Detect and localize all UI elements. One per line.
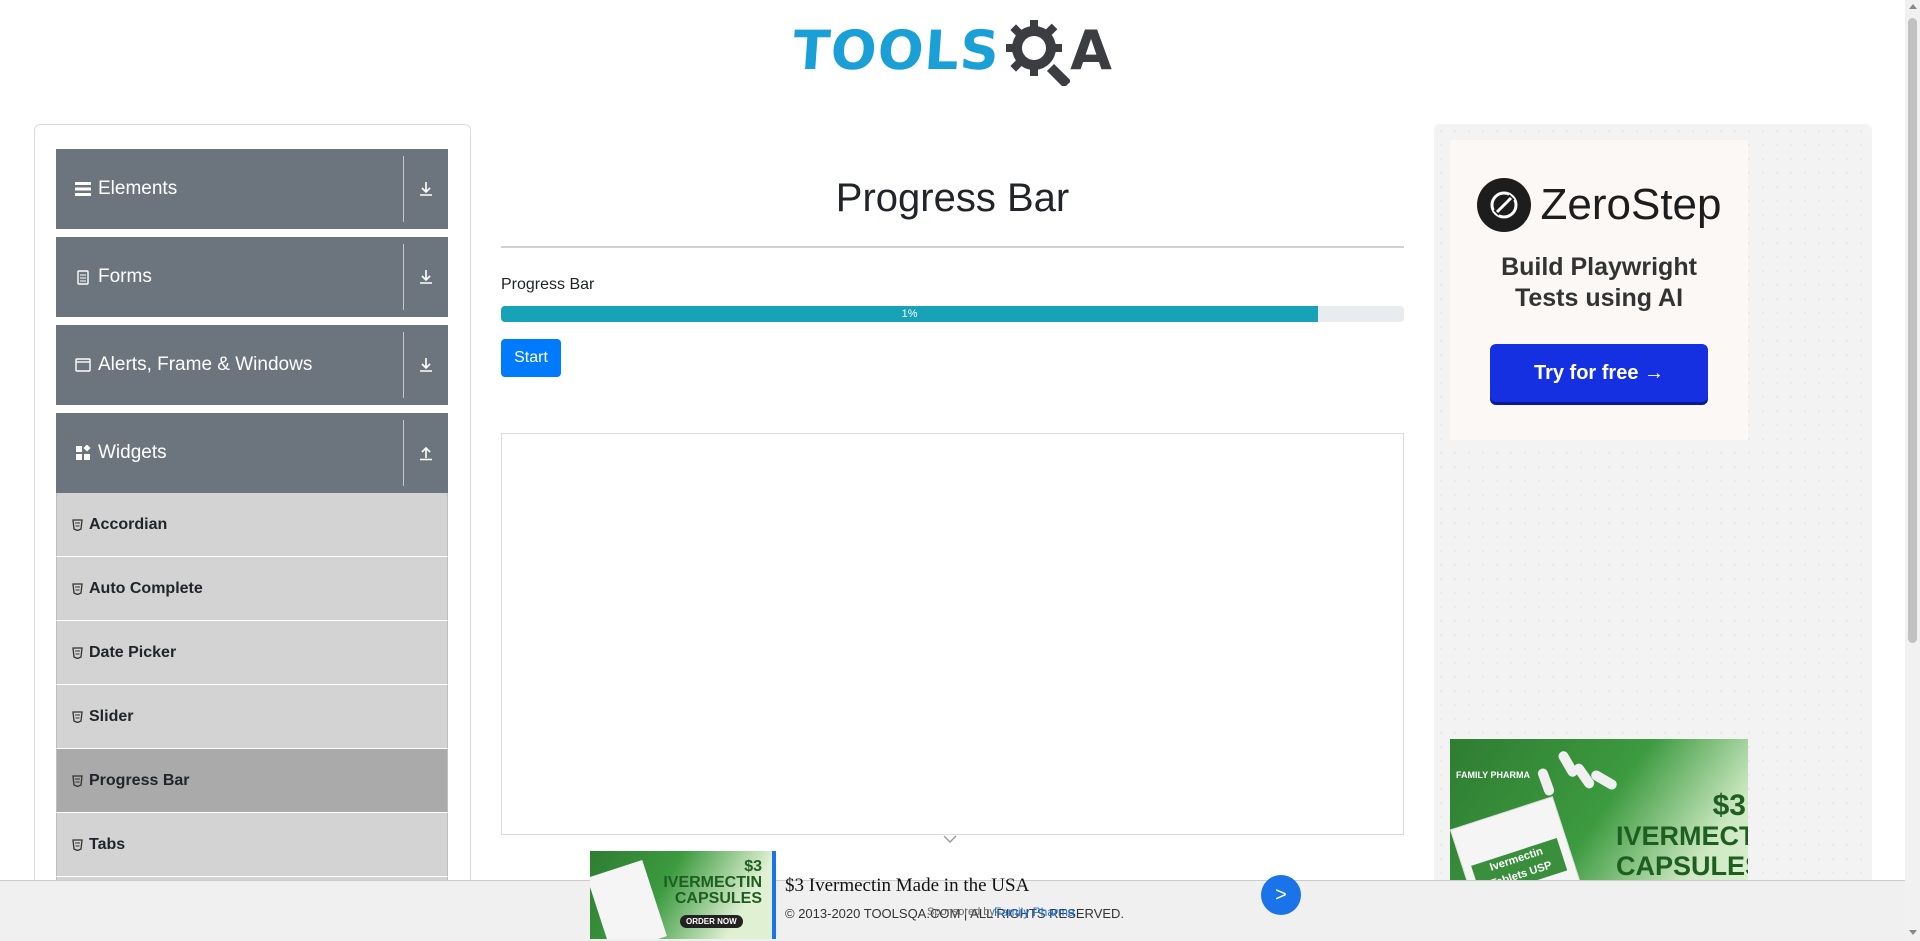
- progress-bar: 1%: [501, 306, 1404, 322]
- toolsqa-logo[interactable]: TOOLS A: [790, 14, 1112, 86]
- bottom-ad-headline[interactable]: $3 Ivermectin Made in the USA: [785, 875, 1029, 897]
- html5-icon: [71, 774, 83, 787]
- bottom-ad-line2: CAPSULES: [674, 890, 762, 907]
- widgets-item-list: Accordian Auto Complete Date Picker Slid…: [56, 493, 448, 941]
- zerostep-tagline: Build Playwright Tests using AI: [1501, 253, 1697, 312]
- bottom-ad-line1: IVERMECTIN: [663, 874, 762, 891]
- chevron-down-icon[interactable]: [942, 833, 958, 845]
- progress-bar-label: Progress Bar: [501, 276, 595, 293]
- sidebar-group-elements[interactable]: Elements: [56, 149, 448, 229]
- medicine-box-image: [590, 859, 667, 939]
- sidebar-group-forms[interactable]: Forms: [56, 237, 448, 317]
- zerostep-logo-icon: [1476, 178, 1531, 232]
- html5-icon: [71, 710, 83, 723]
- right-ad-column: ZeroStep Build Playwright Tests using AI…: [1434, 124, 1872, 941]
- pill-image: [1536, 767, 1556, 797]
- sidebar-item-label: Progress Bar: [89, 771, 190, 789]
- sidebar-item-tabs[interactable]: Tabs: [56, 813, 448, 877]
- bottom-ad-price: $3 IVERMECTIN CAPSULES: [663, 859, 762, 907]
- html5-icon: [71, 646, 83, 659]
- ivermectin-price: $3: [1712, 789, 1746, 822]
- hamburger-icon: [74, 180, 92, 198]
- sponsored-label: Sponsored by: [927, 906, 995, 918]
- widgets-icon: [74, 444, 92, 462]
- sidebar-group-alerts[interactable]: Alerts, Frame & Windows: [56, 325, 448, 405]
- html5-icon: [71, 582, 83, 595]
- bottom-ad-go-button[interactable]: >: [1261, 875, 1301, 915]
- form-icon: [74, 268, 92, 286]
- ivermectin-word: IVERMECTIN: [1616, 821, 1748, 851]
- sidebar-item-label: Tabs: [89, 835, 126, 853]
- sidebar-group-widgets[interactable]: Widgets: [56, 413, 448, 493]
- logo-a-text: A: [1070, 18, 1112, 82]
- zerostep-brand: ZeroStep: [1476, 178, 1722, 232]
- gear-magnifier-icon: [1006, 20, 1071, 86]
- download-icon[interactable]: [404, 237, 448, 317]
- zerostep-ad[interactable]: ZeroStep Build Playwright Tests using AI…: [1450, 140, 1748, 440]
- download-icon[interactable]: [404, 149, 448, 229]
- scroll-up-arrow-icon[interactable]: [1909, 4, 1917, 9]
- download-icon[interactable]: [404, 325, 448, 405]
- ivermectin-badge: FAMILY PHARMA: [1456, 770, 1531, 780]
- main-content: Progress Bar Progress Bar 1% Start: [501, 124, 1404, 843]
- zerostep-name: ZeroStep: [1540, 180, 1722, 229]
- sponsor-link[interactable]: Family Pharma: [994, 905, 1075, 919]
- header: TOOLS A: [0, 0, 1905, 100]
- window-icon: [74, 356, 92, 374]
- pill-image: [1589, 768, 1619, 792]
- sidebar-item-label: Slider: [89, 707, 134, 725]
- sidebar-item-accordian[interactable]: Accordian: [56, 493, 448, 557]
- group-label: Widgets: [98, 442, 167, 463]
- order-now-badge: ORDER NOW: [680, 915, 743, 928]
- start-button[interactable]: Start: [501, 339, 561, 377]
- progress-bar-fill: 1%: [501, 306, 1319, 322]
- html5-icon: [71, 518, 83, 531]
- bottom-ad-price-value: $3: [744, 858, 762, 875]
- ivermectin-text: $3 IVERMECTIN CAPSULES: [1616, 789, 1748, 882]
- sidebar: Elements Forms Alerts, Frame & Windows W…: [34, 124, 471, 941]
- logo-qa: A: [1004, 14, 1112, 86]
- title-divider: [501, 246, 1404, 248]
- sidebar-item-label: Auto Complete: [89, 579, 203, 597]
- sidebar-item-progress-bar[interactable]: Progress Bar: [56, 749, 448, 813]
- sidebar-item-label: Date Picker: [89, 643, 177, 661]
- scroll-down-arrow-icon[interactable]: [1909, 930, 1917, 935]
- upload-icon[interactable]: [404, 413, 448, 493]
- html5-icon: [71, 838, 83, 851]
- group-label: Elements: [98, 178, 178, 199]
- page-title: Progress Bar: [835, 176, 1070, 220]
- group-label: Forms: [98, 266, 152, 287]
- page: TOOLS A Elements Forms Alerts, Frame & W…: [0, 0, 1920, 941]
- group-label: Alerts, Frame & Windows: [98, 354, 313, 375]
- sidebar-item-label: Accordian: [89, 515, 168, 533]
- sidebar-item-slider[interactable]: Slider: [56, 685, 448, 749]
- progress-bar-text: 1%: [901, 308, 918, 320]
- sidebar-item-auto-complete[interactable]: Auto Complete: [56, 557, 448, 621]
- bottom-ad-image[interactable]: $3 IVERMECTIN CAPSULES ORDER NOW: [590, 851, 776, 939]
- scrollbar-thumb[interactable]: [1908, 18, 1917, 643]
- capsules-word: CAPSULES: [1616, 851, 1748, 881]
- logo-tools-text: TOOLS: [790, 18, 1003, 82]
- sidebar-item-date-picker[interactable]: Date Picker: [56, 621, 448, 685]
- zerostep-cta-button[interactable]: Try for free →: [1490, 344, 1708, 402]
- scrollbar[interactable]: [1905, 0, 1920, 941]
- ad-frame: [501, 433, 1404, 835]
